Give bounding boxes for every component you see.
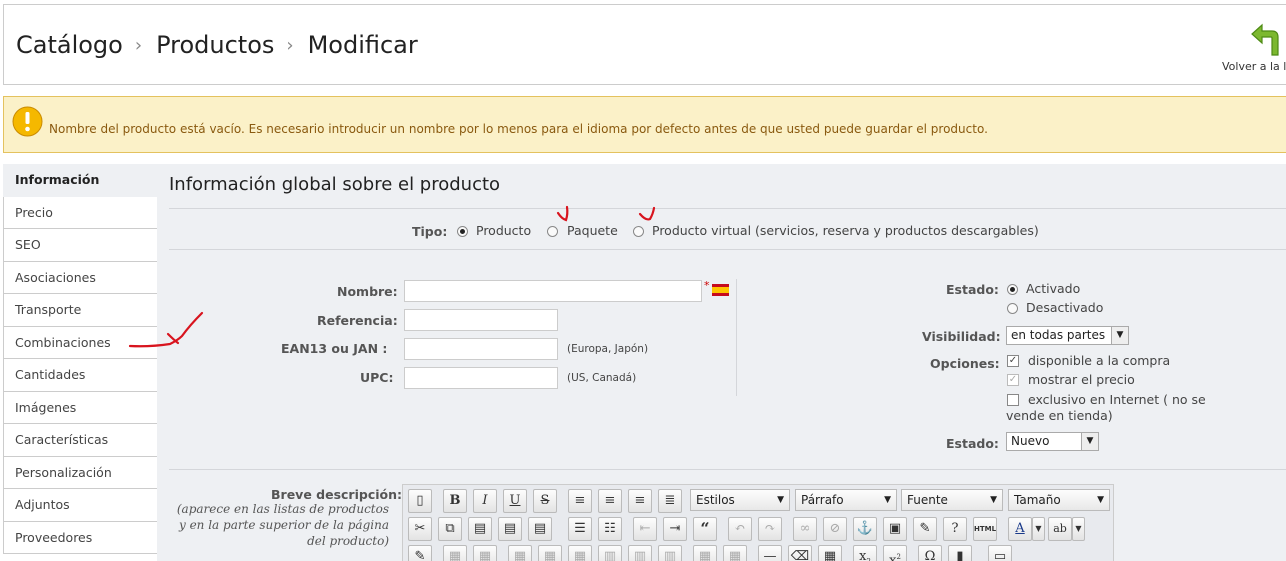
checkmark-annotation-virtual xyxy=(638,206,656,221)
arrow-annotation-combinaciones xyxy=(128,311,204,348)
checkmark-annotation-paquete xyxy=(556,205,569,222)
annotation-marks xyxy=(128,205,656,348)
